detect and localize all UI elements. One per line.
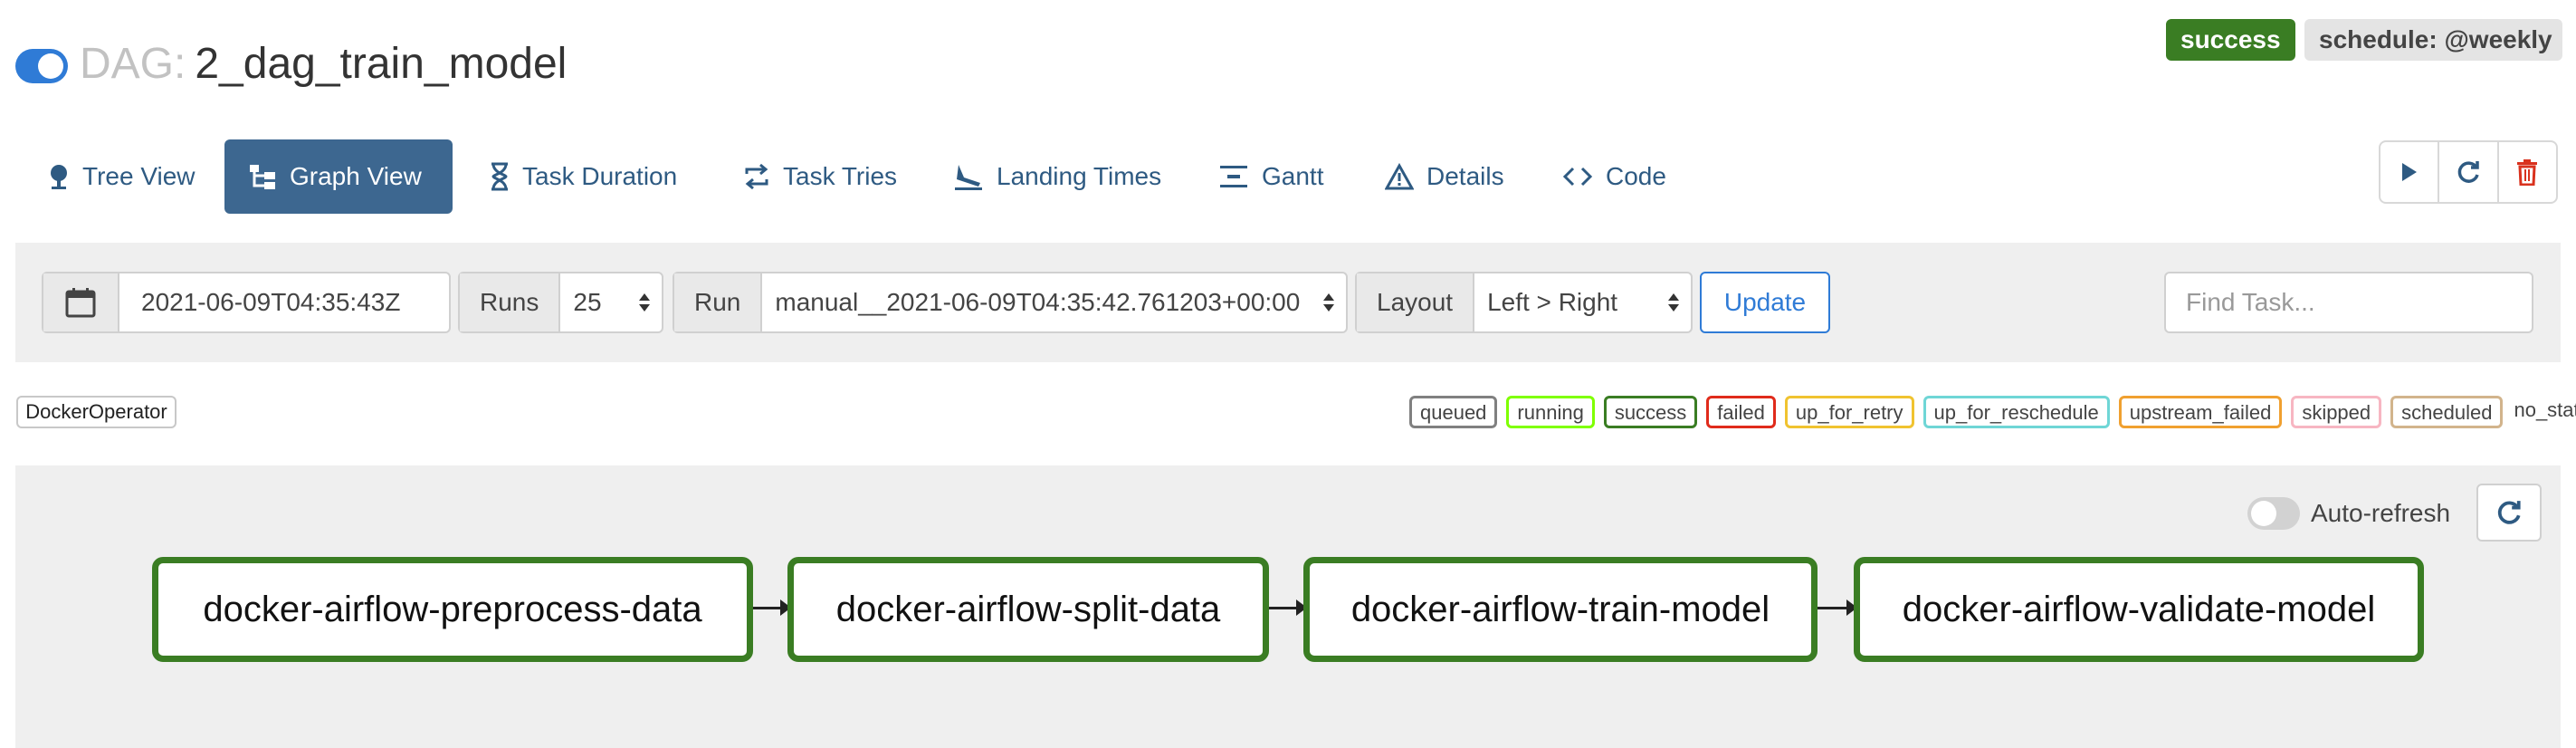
- runs-value: 25: [573, 288, 602, 316]
- graph-icon: [248, 163, 277, 190]
- find-task-input[interactable]: Find Task...: [2164, 272, 2533, 333]
- delete-dag-button[interactable]: [2496, 142, 2556, 202]
- edge-arrow: [1269, 599, 1307, 616]
- tab-graph-view[interactable]: Graph View: [224, 139, 453, 214]
- layout-select[interactable]: Layout Left > Right: [1355, 272, 1693, 333]
- dag-actions: [2379, 140, 2558, 204]
- task-node-train-model[interactable]: docker-airflow-train-model: [1303, 557, 1818, 662]
- operator-legend-dockeroperator: DockerOperator: [16, 396, 177, 428]
- tab-gantt[interactable]: Gantt: [1195, 139, 1347, 214]
- state-running: running: [1506, 396, 1595, 428]
- tab-label: Tree View: [82, 162, 196, 190]
- refresh-icon: [2497, 501, 2521, 524]
- toggle-knob: [38, 53, 63, 79]
- page-title: DAG: 2_dag_train_model: [80, 33, 567, 96]
- trash-icon: [2517, 159, 2538, 186]
- auto-refresh-label: Auto-refresh: [2311, 499, 2451, 527]
- tab-label: Landing Times: [997, 162, 1162, 190]
- tab-label: Details: [1426, 162, 1504, 190]
- graph-refresh-button[interactable]: [2476, 484, 2542, 542]
- tab-landing-times[interactable]: Landing Times: [930, 139, 1185, 214]
- tab-label: Graph View: [290, 162, 422, 190]
- state-failed: failed: [1706, 396, 1776, 428]
- toggle-knob: [2251, 501, 2276, 526]
- retry-icon: [743, 163, 770, 190]
- runs-label: Runs: [460, 273, 561, 331]
- auto-refresh-toggle[interactable]: [2247, 497, 2300, 530]
- state-scheduled: scheduled: [2390, 396, 2504, 428]
- refresh-dag-button[interactable]: [2438, 142, 2496, 202]
- tab-label: Task Duration: [522, 162, 678, 190]
- play-icon: [2401, 163, 2417, 181]
- calendar-icon: [65, 288, 96, 318]
- tree-icon: [48, 163, 70, 190]
- state-up-for-reschedule: up_for_reschedule: [1922, 396, 2110, 428]
- tab-label: Task Tries: [783, 162, 898, 190]
- layout-label: Layout: [1357, 273, 1475, 331]
- task-node-split-data[interactable]: docker-airflow-split-data: [787, 557, 1269, 662]
- execution-date-picker[interactable]: 2021-06-09T04:35:43Z: [42, 272, 451, 333]
- select-arrows-icon: [1322, 292, 1335, 313]
- run-value: manual__2021-06-09T04:35:42.761203+00:00: [775, 288, 1301, 316]
- schedule-badge: schedule: @weekly: [2304, 19, 2562, 61]
- status-badge: success: [2166, 19, 2295, 61]
- state-skipped: skipped: [2291, 396, 2382, 428]
- runs-select[interactable]: Runs 25: [458, 272, 663, 333]
- tab-tree-view[interactable]: Tree View: [24, 139, 219, 214]
- tab-code[interactable]: Code: [1539, 139, 1690, 214]
- task-node-validate-model[interactable]: docker-airflow-validate-model: [1854, 557, 2424, 662]
- select-arrows-icon: [638, 292, 651, 313]
- trigger-dag-button[interactable]: [2380, 142, 2438, 202]
- tab-task-duration[interactable]: Task Duration: [466, 139, 701, 214]
- dag-pause-toggle[interactable]: [15, 49, 68, 83]
- refresh-icon: [2457, 161, 2479, 183]
- tab-label: Code: [1606, 162, 1666, 190]
- plane-landing-icon: [953, 163, 984, 190]
- task-node-preprocess-data[interactable]: docker-airflow-preprocess-data: [152, 557, 753, 662]
- dag-prefix: DAG:: [80, 40, 186, 88]
- edge-arrow: [1818, 599, 1857, 616]
- state-no-status: no_status: [2512, 396, 2576, 428]
- code-icon: [1562, 163, 1593, 190]
- dag-name: 2_dag_train_model: [195, 40, 568, 88]
- warning-triangle-icon: [1385, 163, 1414, 190]
- state-legend: queued running success failed up_for_ret…: [1409, 396, 2576, 428]
- state-queued: queued: [1409, 396, 1498, 428]
- state-success: success: [1603, 396, 1698, 428]
- tab-task-tries[interactable]: Task Tries: [720, 139, 921, 214]
- gantt-icon: [1218, 163, 1249, 190]
- select-arrows-icon: [1667, 292, 1680, 313]
- hourglass-icon: [490, 162, 510, 191]
- state-upstream-failed: upstream_failed: [2118, 396, 2283, 428]
- layout-value: Left > Right: [1487, 288, 1618, 316]
- edge-arrow: [753, 599, 791, 616]
- execution-date-value: 2021-06-09T04:35:43Z: [141, 288, 401, 316]
- tab-label: Gantt: [1262, 162, 1324, 190]
- run-label: Run: [674, 273, 763, 331]
- state-up-for-retry: up_for_retry: [1784, 396, 1914, 428]
- update-button[interactable]: Update: [1700, 272, 1830, 333]
- tab-details[interactable]: Details: [1361, 139, 1528, 214]
- run-select[interactable]: Run manual__2021-06-09T04:35:42.761203+0…: [673, 272, 1348, 333]
- auto-refresh-control[interactable]: Auto-refresh: [2247, 495, 2450, 532]
- calendar-addon: [43, 273, 119, 331]
